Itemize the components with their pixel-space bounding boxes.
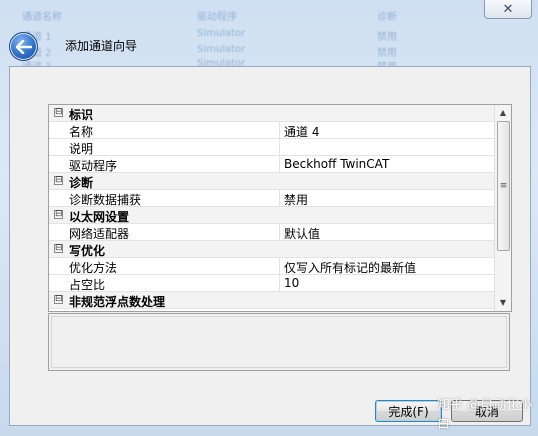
watermark-text: 知乎 @自动化小白	[437, 398, 533, 432]
grid-category-ethernet[interactable]: ⊟ 以太网设置	[49, 207, 511, 224]
scroll-down-icon[interactable]: ▼	[495, 295, 511, 310]
background-cell: 通道名称	[22, 12, 62, 23]
back-arrow-icon	[15, 39, 32, 54]
close-button[interactable]: ✕	[484, 0, 532, 19]
collapse-icon[interactable]: ⊟	[54, 176, 63, 185]
column-divider	[279, 156, 280, 172]
property-value[interactable]: 仅写入所有标记的最新值	[284, 259, 416, 276]
property-grid[interactable]: ⊟ 标识 名称 通道 4 说明 驱动程序 Beckhoff TwinCAT ⊟ …	[48, 104, 512, 312]
property-name: 诊断数据捕获	[69, 193, 142, 207]
background-cell: 禁用	[377, 32, 397, 43]
property-name: 网络适配器	[69, 227, 130, 241]
finish-button[interactable]: 完成(F)	[375, 400, 442, 422]
vertical-scrollbar[interactable]: ▲ ≡ ▼	[494, 105, 511, 311]
background-cell: Simulator	[197, 44, 246, 55]
description-text	[51, 316, 507, 368]
column-divider	[279, 258, 280, 274]
category-label: 非规范浮点数处理	[69, 295, 166, 309]
property-value[interactable]: Beckhoff TwinCAT	[284, 157, 389, 171]
back-button[interactable]	[9, 32, 38, 61]
column-divider	[279, 275, 280, 291]
property-row-duty-cycle[interactable]: 占空比 10	[49, 275, 511, 292]
property-name: 驱动程序	[69, 159, 118, 173]
property-row-driver[interactable]: 驱动程序 Beckhoff TwinCAT	[49, 156, 511, 173]
property-row-network-adapter[interactable]: 网络适配器 默认值	[49, 224, 511, 241]
property-row-optimization-method[interactable]: 优化方法 仅写入所有标记的最新值	[49, 258, 511, 275]
grip-icon: ≡	[499, 181, 508, 191]
background-cell: 诊断	[377, 12, 397, 23]
close-icon: ✕	[502, 1, 514, 17]
property-value[interactable]: 禁用	[284, 191, 308, 208]
property-row-diagnostic-capture[interactable]: 诊断数据捕获 禁用	[49, 190, 511, 207]
background-cell: 驱动程序	[197, 12, 237, 23]
column-divider	[279, 139, 280, 155]
scroll-up-icon[interactable]: ▲	[495, 105, 511, 120]
wizard-title: 添加通道向导	[65, 39, 138, 53]
description-panel	[48, 313, 510, 371]
background-row: 通道名称 驱动程序 诊断	[22, 8, 402, 23]
grid-category-non-normalized-float[interactable]: ⊟ 非规范浮点数处理	[49, 292, 511, 309]
property-row-name[interactable]: 名称 通道 4	[49, 122, 511, 139]
category-label: 标识	[69, 108, 94, 122]
property-value[interactable]: 默认值	[284, 225, 320, 242]
collapse-icon[interactable]: ⊟	[54, 244, 63, 253]
grid-category-identification[interactable]: ⊟ 标识	[49, 105, 511, 122]
grid-category-diagnostics[interactable]: ⊟ 诊断	[49, 173, 511, 190]
category-label: 写优化	[69, 244, 106, 258]
property-name: 优化方法	[69, 261, 118, 275]
scroll-thumb[interactable]: ≡	[497, 121, 510, 251]
collapse-icon[interactable]: ⊟	[54, 108, 63, 117]
category-label: 诊断	[69, 176, 94, 190]
column-divider	[279, 224, 280, 240]
property-name: 说明	[69, 142, 94, 156]
grid-category-write-optimization[interactable]: ⊟ 写优化	[49, 241, 511, 258]
background-list: 通道名称 驱动程序 诊断 通道 1 Simulator 禁用 通道 2 Simu…	[0, 0, 538, 70]
column-divider	[279, 122, 280, 138]
background-cell: Simulator	[197, 28, 246, 39]
background-cell: 禁用	[377, 48, 397, 59]
category-label: 以太网设置	[69, 210, 130, 224]
property-value[interactable]: 通道 4	[284, 123, 319, 140]
property-name: 占空比	[69, 278, 106, 292]
column-divider	[279, 190, 280, 206]
collapse-icon[interactable]: ⊟	[54, 295, 63, 304]
wizard-body: ⊟ 标识 名称 通道 4 说明 驱动程序 Beckhoff TwinCAT ⊟ …	[9, 66, 531, 426]
property-name: 名称	[69, 125, 94, 139]
property-value[interactable]: 10	[284, 276, 299, 290]
grid-rows: ⊟ 标识 名称 通道 4 说明 驱动程序 Beckhoff TwinCAT ⊟ …	[49, 105, 511, 309]
collapse-icon[interactable]: ⊟	[54, 210, 63, 219]
property-row-description[interactable]: 说明	[49, 139, 511, 156]
